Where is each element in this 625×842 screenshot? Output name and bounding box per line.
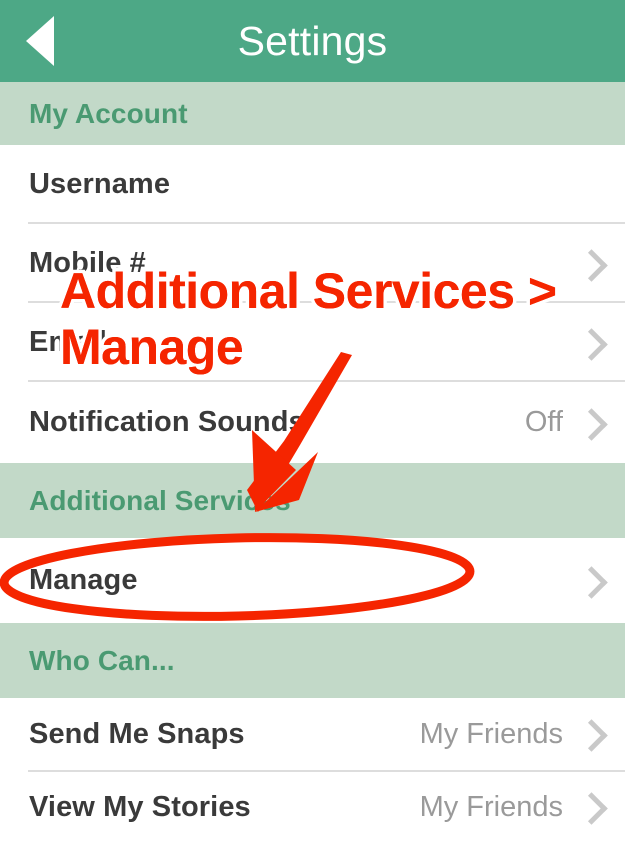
row-label-username: Username — [29, 167, 171, 200]
row-label-mobile-number: Mobile # — [29, 246, 146, 279]
chevron-right-icon — [575, 566, 608, 599]
page-title: Settings — [237, 17, 388, 64]
row-label-view-my-stories: View My Stories — [29, 790, 251, 823]
row-value-send-me-snaps: My Friends — [419, 717, 563, 750]
row-send-me-snaps[interactable]: Send Me Snaps My Friends — [0, 698, 625, 770]
back-triangle-icon — [26, 16, 54, 66]
section-header-label: Who Can... — [29, 644, 175, 676]
row-label-notification-sounds: Notification Sounds — [29, 406, 305, 438]
chevron-right-icon — [575, 719, 608, 752]
row-value-view-my-stories: My Friends — [419, 790, 563, 823]
chevron-right-icon — [575, 408, 608, 441]
section-header-additional-services: Additional Services — [0, 463, 625, 538]
settings-screen: Settings My Account Username ijxgjustarm… — [0, 0, 625, 842]
section-header-label: Additional Services — [29, 484, 291, 516]
row-view-my-stories[interactable]: View My Stories My Friends — [0, 772, 625, 842]
row-notification-sounds[interactable]: Notification Sounds Off — [0, 382, 625, 463]
row-label-manage: Manage — [29, 564, 138, 596]
row-value-notification-sounds: Off — [524, 406, 563, 438]
section-header-label: My Account — [29, 97, 188, 129]
row-label-send-me-snaps: Send Me Snaps — [29, 717, 245, 750]
row-email[interactable]: Email aaaaaa.aaaaaa@aaaaa.aaa — [0, 303, 625, 662]
row-username[interactable]: Username ijxgjustarmsinate — [0, 145, 625, 347]
section-header-who-can: Who Can... — [0, 623, 625, 698]
chevron-right-icon — [575, 328, 608, 361]
chevron-right-icon — [575, 249, 608, 282]
row-label-email: Email — [29, 325, 107, 358]
navigation-bar: Settings — [0, 0, 625, 82]
chevron-right-icon — [575, 792, 608, 825]
back-button[interactable] — [18, 0, 88, 82]
row-manage[interactable]: Manage — [0, 538, 625, 623]
row-mobile-number[interactable]: Mobile # (___) ___-____ — [0, 224, 625, 502]
section-header-my-account: My Account — [0, 82, 625, 145]
